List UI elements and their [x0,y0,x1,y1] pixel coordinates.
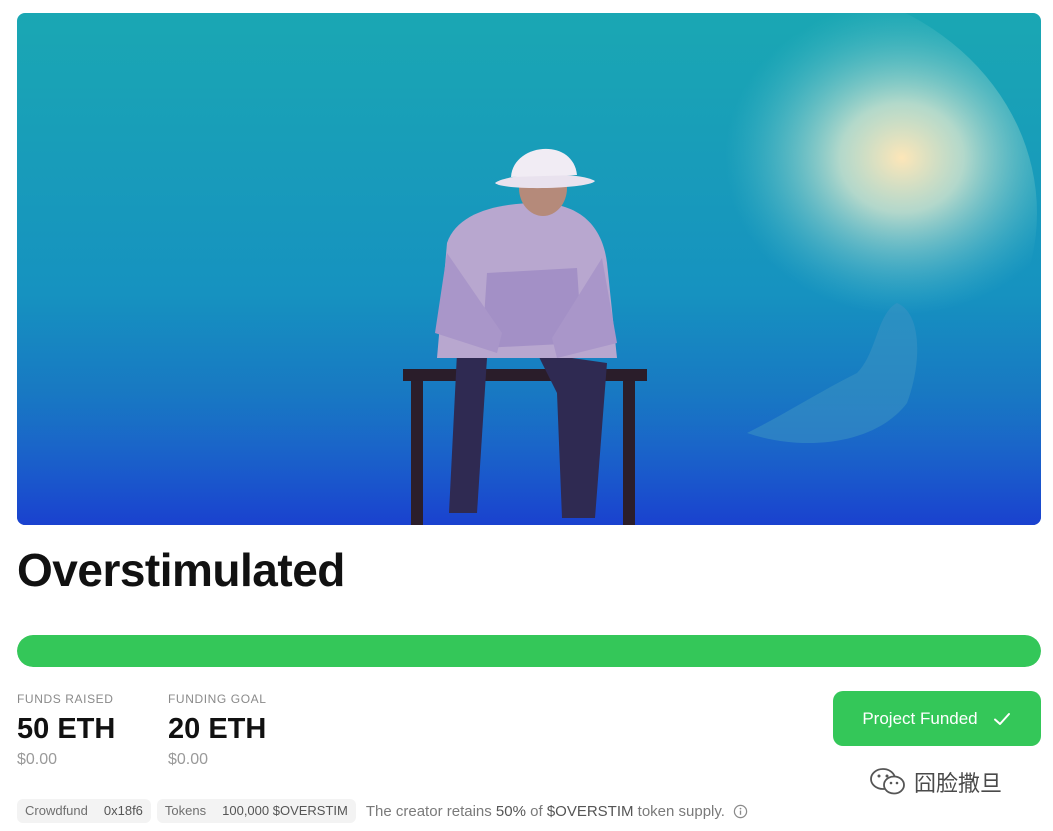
tokens-value: 100,000 $OVERSTIM [222,803,348,818]
crowdfund-address-chip[interactable]: Crowdfund 0x18f6 [17,799,151,823]
retain-token: $OVERSTIM [546,802,634,820]
watermark-text: 囧脸撒旦 [914,771,1003,796]
tokens-label: Tokens [164,803,207,818]
funding-goal-usd: $0.00 [168,751,209,768]
project-title: Overstimulated [17,544,345,596]
wechat-icon [870,768,905,795]
funds-raised-label: FUNDS RAISED [17,692,114,706]
funds-raised-value: 50 ETH [17,713,116,745]
funding-progress-bar [17,635,1041,667]
funding-progress-fill [17,635,1041,667]
funding-goal-value: 20 ETH [168,713,267,745]
funding-goal-stat: FUNDING GOAL 20 ETH $0.00 [168,692,267,770]
project-funded-button[interactable]: Project Funded [833,691,1041,746]
tokens-chip[interactable]: Tokens 100,000 $OVERSTIM [156,799,356,823]
hero-image [17,13,1041,525]
project-meta-row: Crowdfund 0x18f6 Tokens 100,000 $OVERSTI… [17,799,748,823]
creator-retention-text: The creator retains 50% of $OVERSTIM tok… [366,803,725,820]
funds-raised-stat: FUNDS RAISED 50 ETH $0.00 [17,692,115,770]
funding-goal-label: FUNDING GOAL [168,692,267,706]
project-funded-label: Project Funded [862,708,978,728]
contract-address: 0x18f6 [103,803,143,818]
info-icon[interactable] [733,804,748,819]
checkmark-icon [993,712,1010,725]
funds-raised-usd: $0.00 [17,751,58,768]
watermark: 囧脸撒旦 [868,766,1002,798]
retain-prefix: The creator retains [365,802,492,820]
retain-percent: 50% [495,802,526,820]
crowdfund-type-label: Crowdfund [25,803,88,818]
retain-of: of [530,802,543,820]
retain-suffix: token supply. [637,802,725,820]
hero-photo [17,13,1041,525]
